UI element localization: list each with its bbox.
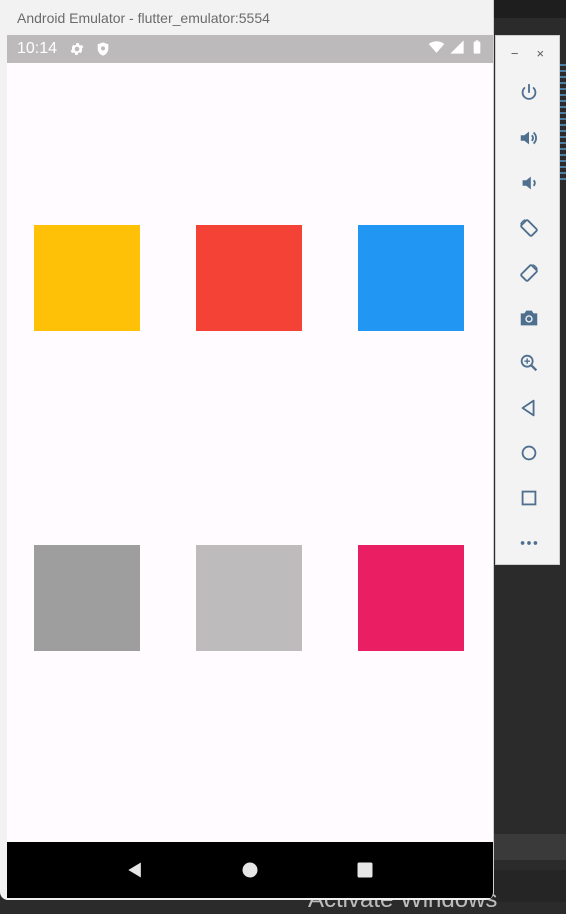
square-grey (34, 545, 140, 651)
rotate-left-icon (519, 218, 538, 237)
home-icon (521, 445, 536, 460)
wifi-icon (428, 38, 445, 60)
power-button[interactable] (496, 70, 561, 115)
volume-up-button[interactable] (496, 115, 561, 160)
ide-bottom (493, 870, 566, 902)
zoom-icon (520, 354, 537, 371)
back-button[interactable] (496, 385, 561, 430)
square-red (196, 225, 302, 331)
volume-up-icon (520, 131, 537, 144)
square-pink (358, 545, 464, 651)
nav-home-button[interactable] (238, 858, 262, 882)
zoom-button[interactable] (496, 340, 561, 385)
square-light-grey (196, 545, 302, 651)
more-button[interactable] (496, 520, 561, 565)
overview-button[interactable] (496, 475, 561, 520)
device-screen: 10:14 (7, 35, 493, 898)
window-titlebar[interactable]: Android Emulator - flutter_emulator:5554 (0, 0, 493, 35)
rotate-left-button[interactable] (496, 205, 561, 250)
settings-icon (69, 41, 85, 57)
back-icon (521, 399, 534, 416)
more-icon (520, 540, 537, 545)
home-button[interactable] (496, 430, 561, 475)
home-circle-icon (242, 862, 258, 878)
nav-back-button[interactable] (123, 858, 147, 882)
overview-icon (521, 490, 536, 505)
emulator-toolbar: − × (495, 35, 560, 565)
square-blue (358, 225, 464, 331)
shield-icon (95, 41, 111, 57)
rotate-right-icon (519, 263, 538, 282)
signal-icon (449, 39, 465, 60)
ide-top-strip (493, 0, 566, 18)
status-time: 10:14 (17, 40, 58, 57)
back-triangle-icon (127, 862, 141, 878)
status-bar: 10:14 (7, 35, 493, 63)
volume-down-icon (522, 176, 536, 189)
rotate-right-button[interactable] (496, 250, 561, 295)
overview-square-icon (357, 862, 373, 878)
nav-bar (7, 842, 493, 898)
window-title: Android Emulator - flutter_emulator:5554 (17, 9, 270, 26)
close-button[interactable]: × (537, 46, 545, 61)
power-icon (521, 83, 536, 100)
nav-overview-button[interactable] (353, 858, 377, 882)
camera-icon (520, 310, 537, 325)
minimize-button[interactable]: − (511, 46, 519, 61)
emulator-window: Android Emulator - flutter_emulator:5554… (0, 0, 494, 900)
square-amber (34, 225, 140, 331)
ide-bar (493, 834, 566, 860)
app-content (7, 63, 493, 842)
screenshot-button[interactable] (496, 295, 561, 340)
volume-down-button[interactable] (496, 160, 561, 205)
battery-icon (469, 39, 485, 60)
